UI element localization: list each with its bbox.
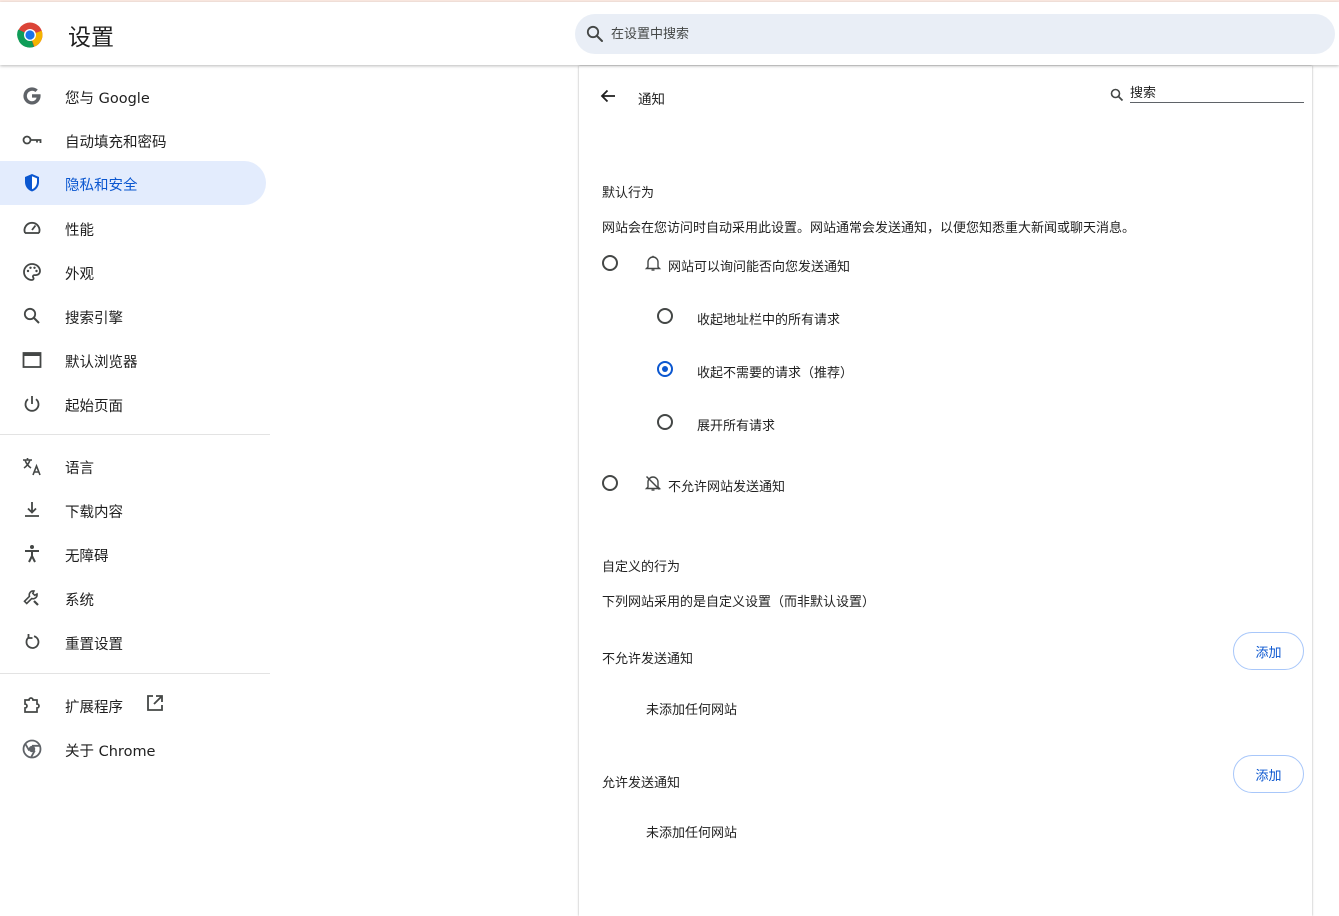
- add-blocked-site-button[interactable]: 添加: [1233, 632, 1304, 670]
- sidebar-item-label: 下载内容: [65, 505, 123, 521]
- key-icon: [22, 135, 42, 145]
- back-arrow-icon[interactable]: [598, 86, 618, 106]
- sidebar-divider: [0, 434, 270, 435]
- allowed-sites-heading: 允许发送通知: [602, 776, 681, 791]
- settings-header: 设置: [0, 2, 1339, 65]
- radio-quieter-all[interactable]: 收起地址栏中的所有请求: [657, 306, 917, 330]
- subpage-search[interactable]: [1110, 84, 1306, 104]
- subpage-search-input[interactable]: [1130, 84, 1304, 103]
- sidebar-divider: [0, 673, 270, 674]
- allowed-sites-empty: 未添加任何网站: [646, 826, 738, 841]
- blocked-sites-heading: 不允许发送通知: [602, 652, 694, 667]
- sidebar-item-label: 无障碍: [65, 549, 109, 565]
- sidebar-item-search-engine[interactable]: 搜索引擎: [0, 294, 266, 338]
- browser-window-icon: [22, 352, 42, 368]
- sidebar-item-you-and-google[interactable]: 您与 Google: [0, 74, 266, 118]
- radio-label: 收起不需要的请求（推荐）: [697, 366, 854, 381]
- sidebar-item-label: 关于 Chrome: [65, 744, 156, 760]
- sidebar-item-downloads[interactable]: 下载内容: [0, 488, 266, 532]
- sidebar-item-label: 性能: [65, 223, 94, 239]
- radio-button[interactable]: [657, 414, 673, 430]
- shield-icon: [25, 174, 39, 192]
- wrench-icon: [23, 590, 39, 606]
- radio-allow-ask[interactable]: 网站可以询问能否向您发送通知: [602, 253, 902, 277]
- page-title: 设置: [68, 25, 114, 51]
- speedometer-icon: [23, 221, 41, 234]
- radio-button-checked[interactable]: [657, 361, 673, 377]
- download-icon: [25, 502, 39, 517]
- sidebar-item-label: 系统: [65, 593, 94, 609]
- google-g-icon: [23, 87, 41, 105]
- sidebar-item-label: 语言: [65, 461, 94, 477]
- sidebar-item-label: 外观: [65, 267, 94, 283]
- palette-icon: [23, 263, 41, 281]
- sidebar-item-reset-settings[interactable]: 重置设置: [0, 620, 266, 664]
- custom-behavior-heading: 自定义的行为: [602, 560, 681, 575]
- sidebar-item-autofill[interactable]: 自动填充和密码: [0, 118, 266, 162]
- translate-icon: [23, 458, 41, 476]
- sidebar-item-performance[interactable]: 性能: [0, 206, 266, 250]
- sidebar-item-label: 自动填充和密码: [65, 135, 167, 151]
- default-behavior-heading: 默认行为: [602, 186, 655, 201]
- subpage-title: 通知: [638, 92, 665, 108]
- sidebar-item-accessibility[interactable]: 无障碍: [0, 532, 266, 576]
- search-icon: [586, 25, 603, 42]
- sidebar-item-extensions[interactable]: 扩展程序: [0, 683, 266, 727]
- radio-label: 收起地址栏中的所有请求: [697, 313, 841, 328]
- settings-search-box[interactable]: [575, 14, 1335, 54]
- sidebar-item-label: 默认浏览器: [65, 355, 138, 371]
- external-link-icon: [147, 695, 163, 711]
- sidebar-item-label: 起始页面: [65, 399, 123, 415]
- default-behavior-description: 网站会在您访问时自动采用此设置。网站通常会发送通知，以便您知悉重大新闻或聊天消息…: [602, 221, 1136, 236]
- notifications-settings-card: 通知 默认行为 网站会在您访问时自动采用此设置。网站通常会发送通知，以便您知悉重…: [579, 66, 1312, 916]
- sidebar-item-label: 隐私和安全: [65, 178, 138, 194]
- sidebar-item-system[interactable]: 系统: [0, 576, 266, 620]
- radio-label: 展开所有请求: [697, 419, 776, 434]
- sidebar-item-label: 扩展程序: [65, 700, 123, 716]
- settings-search-input[interactable]: [611, 14, 1291, 54]
- radio-label: 不允许网站发送通知: [668, 480, 786, 495]
- blocked-sites-empty: 未添加任何网站: [646, 703, 738, 718]
- accessibility-icon: [25, 545, 39, 563]
- custom-behavior-description: 下列网站采用的是自定义设置（而非默认设置）: [602, 595, 876, 610]
- chrome-icon: [22, 739, 42, 759]
- sidebar-item-label: 您与 Google: [65, 91, 150, 107]
- search-icon: [1110, 88, 1124, 102]
- sidebar-item-about-chrome[interactable]: 关于 Chrome: [0, 727, 266, 771]
- radio-label: 网站可以询问能否向您发送通知: [668, 260, 851, 275]
- radio-button[interactable]: [602, 475, 618, 491]
- puzzle-icon: [24, 697, 40, 713]
- sidebar-item-label: 搜索引擎: [65, 311, 123, 327]
- sidebar-item-default-browser[interactable]: 默认浏览器: [0, 338, 266, 382]
- sidebar: 您与 Google 自动填充和密码 隐私和安全 性能 外观 搜索引擎 默认浏览器…: [0, 66, 270, 910]
- sidebar-item-languages[interactable]: 语言: [0, 444, 266, 488]
- add-allowed-site-button[interactable]: 添加: [1233, 755, 1304, 793]
- sidebar-item-label: 重置设置: [65, 637, 123, 653]
- bell-icon: [644, 255, 662, 271]
- bell-off-icon: [644, 475, 662, 491]
- sidebar-item-on-startup[interactable]: 起始页面: [0, 382, 266, 426]
- radio-button[interactable]: [602, 255, 618, 271]
- radio-block-all[interactable]: 不允许网站发送通知: [602, 473, 902, 497]
- reset-icon: [25, 634, 40, 649]
- chrome-logo-icon: [17, 22, 43, 48]
- radio-quieter-unwanted[interactable]: 收起不需要的请求（推荐）: [657, 359, 917, 383]
- sidebar-item-appearance[interactable]: 外观: [0, 250, 266, 294]
- search-icon: [23, 307, 40, 324]
- radio-button[interactable]: [657, 308, 673, 324]
- power-icon: [24, 396, 40, 412]
- sidebar-item-privacy-security[interactable]: 隐私和安全: [0, 161, 266, 205]
- radio-expand-all[interactable]: 展开所有请求: [657, 412, 917, 436]
